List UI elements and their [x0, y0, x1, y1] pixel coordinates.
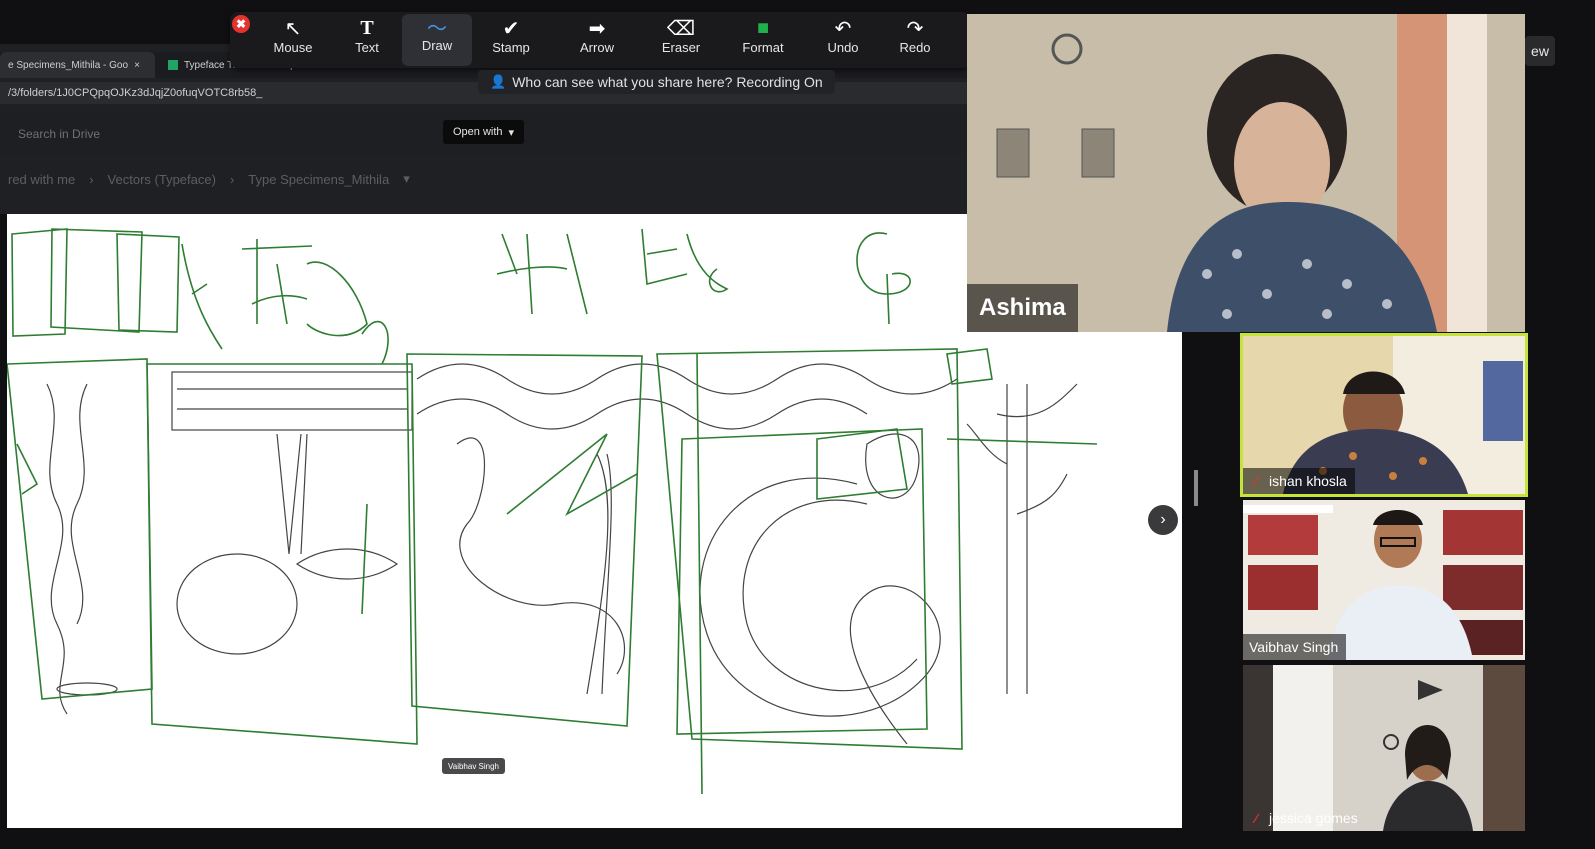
video-tile-ashima[interactable]: Ashima: [967, 14, 1525, 332]
tool-mouse-button[interactable]: ↖ Mouse: [258, 16, 328, 66]
tool-label: Text: [355, 40, 379, 55]
tool-redo-button[interactable]: ↷ Redo: [880, 16, 950, 66]
breadcrumb-item[interactable]: Type Specimens_Mithila: [248, 172, 389, 187]
tool-label: Arrow: [580, 40, 614, 55]
participant-name-badge: ⁄ jessica gomes: [1243, 805, 1366, 831]
tool-stamp-button[interactable]: ✔ Stamp: [476, 16, 546, 66]
breadcrumb-item[interactable]: red with me: [8, 172, 75, 187]
sheets-icon: [168, 60, 178, 70]
eraser-icon: ⌫: [666, 17, 696, 40]
muted-mic-icon: ⁄: [1254, 473, 1258, 489]
tool-text-button[interactable]: T Text: [332, 16, 402, 66]
text-icon: T: [360, 16, 374, 39]
annotator-name: Vaibhav Singh: [448, 761, 499, 771]
mouse-pointer-icon: ↖: [284, 17, 302, 40]
video-tile-ishan-khosla[interactable]: ⁄ ishan khosla: [1240, 333, 1528, 497]
participant-name: Ashima: [979, 294, 1066, 321]
breadcrumb-separator: ›: [229, 171, 235, 187]
arrow-right-icon: ➡: [588, 17, 606, 40]
tool-label: Draw: [421, 38, 453, 53]
view-options-button[interactable]: ew: [1525, 36, 1555, 66]
tool-format-button[interactable]: ■ Format: [728, 16, 798, 66]
tool-label: Mouse: [273, 40, 313, 55]
view-label: ew: [1531, 43, 1549, 59]
tool-label: Format: [742, 40, 784, 55]
share-visibility-notice[interactable]: 👤 Who can see what you share here? Recor…: [478, 70, 835, 94]
participant-name-badge: Vaibhav Singh: [1243, 634, 1347, 660]
tool-label: Eraser: [661, 40, 701, 55]
breadcrumb: red with me › Vectors (Typeface) › Type …: [8, 168, 410, 190]
breadcrumb-item[interactable]: Vectors (Typeface): [108, 172, 216, 187]
video-tile-jessica-gomes[interactable]: ⁄ jessica gomes: [1243, 665, 1525, 831]
close-tab-icon[interactable]: ×: [134, 60, 140, 71]
annotator-cursor-label: Vaibhav Singh: [442, 758, 505, 774]
checkmark-icon: ✔: [502, 17, 520, 40]
breadcrumb-separator: ›: [89, 171, 94, 187]
next-page-button[interactable]: ›: [1148, 505, 1178, 535]
undo-icon: ↶: [834, 17, 852, 40]
chevron-down-icon: ▾: [508, 126, 515, 139]
chevron-right-icon: ›: [1160, 511, 1166, 528]
tool-arrow-button[interactable]: ➡ Arrow: [562, 16, 632, 66]
open-with-label: Open with: [453, 126, 503, 138]
tool-label: Stamp: [492, 40, 530, 55]
tool-label: Undo: [827, 40, 859, 55]
participant-name: ishan khosla: [1269, 473, 1347, 489]
participant-name: jessica gomes: [1269, 810, 1358, 826]
url-text: /3/folders/1J0CPQpqOJKz3dJqjZ0ofuqVOTC8r…: [8, 87, 263, 99]
tab-label: e Specimens_Mithila - Goo: [8, 59, 129, 71]
open-with-button[interactable]: Open with ▾: [443, 120, 525, 144]
participant-name-badge: ⁄ ishan khosla: [1243, 468, 1355, 494]
redo-icon: ↷: [906, 17, 924, 40]
muted-mic-icon: ⁄: [1254, 810, 1258, 826]
person-share-icon: 👤: [490, 74, 507, 89]
participant-name-badge: Ashima: [967, 284, 1078, 332]
participant-name: Vaibhav Singh: [1249, 639, 1339, 655]
tool-draw-button[interactable]: 〜 Draw: [402, 14, 472, 66]
close-icon: ✖: [235, 17, 247, 31]
drive-search-input[interactable]: Search in Drive: [8, 122, 438, 146]
panel-resize-handle[interactable]: [1194, 470, 1198, 506]
close-annotation-icon[interactable]: ✖: [232, 15, 250, 33]
tab-type-specimens[interactable]: e Specimens_Mithila - Goo ×: [0, 52, 155, 78]
format-color-swatch-icon: ■: [756, 16, 770, 39]
video-tile-vaibhav-singh[interactable]: Vaibhav Singh: [1243, 500, 1525, 660]
draw-squiggle-icon: 〜: [427, 17, 447, 40]
search-placeholder: Search in Drive: [18, 127, 101, 141]
tool-label: Redo: [899, 40, 931, 55]
tool-undo-button[interactable]: ↶ Undo: [808, 16, 878, 66]
chevron-down-icon[interactable]: ▾: [403, 171, 410, 187]
tool-eraser-button[interactable]: ⌫ Eraser: [646, 16, 716, 66]
share-notice-text: Who can see what you share here? Recordi…: [512, 74, 823, 90]
